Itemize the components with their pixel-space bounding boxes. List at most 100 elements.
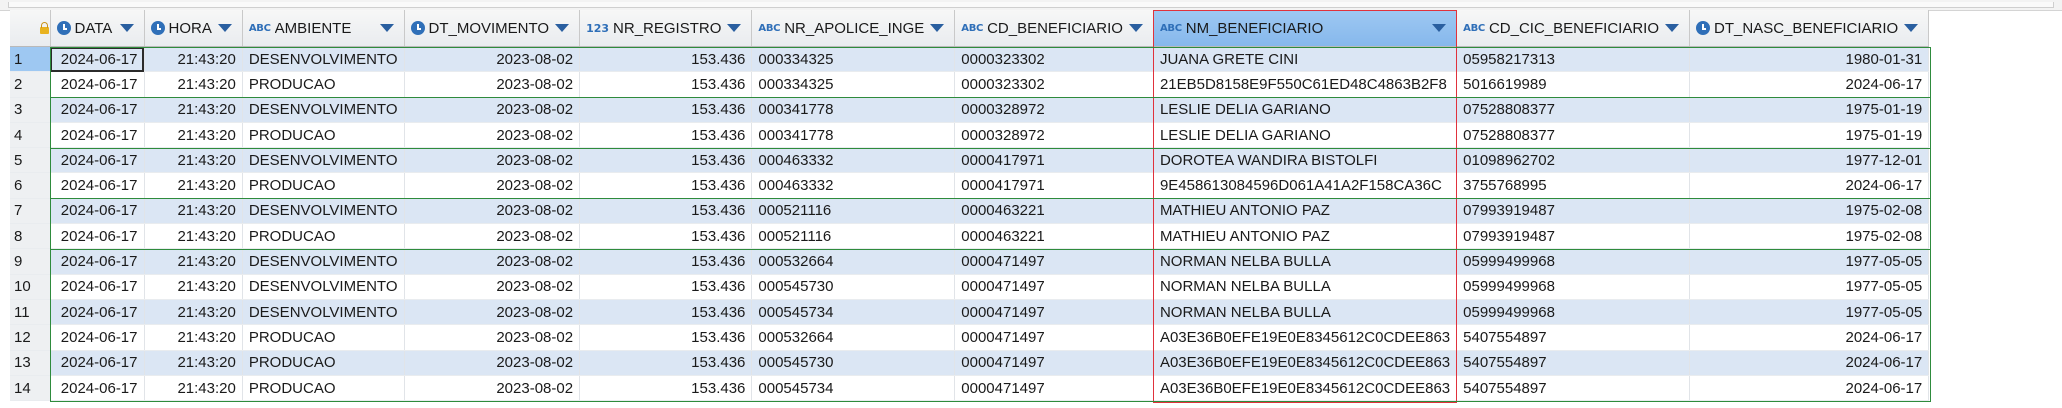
cell-dt-movimento[interactable]: 2023-08-02 [404, 172, 581, 199]
table-row[interactable]: 6 2024-06-17 21:43:20 PRODUCAO 2023-08-02 153… [10, 172, 1930, 199]
row-number[interactable]: 9 [10, 248, 51, 275]
cell-nm-beneficiario[interactable]: A03E36B0EFE19E0E8345612C0CDEE863 [1153, 375, 1458, 402]
table-row[interactable]: 14 2024-06-17 21:43:20 PRODUCAO 2023-08-02 15… [10, 375, 1930, 402]
row-number[interactable]: 11 [10, 299, 51, 326]
cell-dt-movimento[interactable]: 2023-08-02 [404, 147, 581, 174]
cell-ambiente[interactable]: DESENVOLVIMENTO [242, 274, 405, 300]
cell-cd-cic[interactable]: 5016619989 [1456, 71, 1691, 98]
cell-ambiente[interactable]: PRODUCAO [242, 324, 405, 351]
table-row[interactable]: 9 2024-06-17 21:43:20 DESENVOLVIMENTO 2023-0… [10, 248, 1930, 275]
cell-nr-apolice[interactable]: 000334325 [751, 46, 956, 73]
cell-nr-registro[interactable]: 153.436 [579, 97, 753, 123]
cell-nr-apolice[interactable]: 000545734 [751, 299, 956, 326]
chevron-down-icon[interactable] [119, 24, 134, 32]
cell-nr-apolice[interactable]: 000341778 [751, 97, 956, 123]
cell-cd-cic[interactable]: 07528808377 [1456, 97, 1691, 123]
row-number[interactable]: 5 [10, 147, 51, 174]
cell-hora[interactable]: 21:43:20 [144, 274, 243, 300]
cell-ambiente[interactable]: DESENVOLVIMENTO [242, 46, 405, 73]
cell-dt-movimento[interactable]: 2023-08-02 [404, 97, 581, 123]
cell-hora[interactable]: 21:43:20 [144, 122, 243, 149]
cell-cd-beneficiario[interactable]: 0000323302 [954, 71, 1154, 98]
cell-hora[interactable]: 21:43:20 [144, 147, 243, 174]
row-number[interactable]: 1 [10, 46, 51, 73]
column-header-dt-movimento[interactable]: DT_MOVIMENTO [404, 10, 581, 47]
cell-dt-movimento[interactable]: 2023-08-02 [404, 375, 581, 402]
column-header-dt-nasc[interactable]: DT_NASC_BENEFICIARIO [1689, 10, 1930, 47]
cell-dt-movimento[interactable]: 2023-08-02 [404, 71, 581, 98]
row-number[interactable]: 10 [10, 274, 51, 300]
cell-nr-registro[interactable]: 153.436 [579, 46, 753, 73]
cell-nm-beneficiario[interactable]: DOROTEA WANDIRA BISTOLFI [1153, 147, 1458, 174]
table-row[interactable]: 3 2024-06-17 21:43:20 DESENVOLVIMENTO 2023-0… [10, 97, 1930, 123]
table-row[interactable]: 13 2024-06-17 21:43:20 PRODUCAO 2023-08-02 15… [10, 350, 1930, 376]
cell-cd-beneficiario[interactable]: 0000323302 [954, 46, 1154, 73]
cell-dt-movimento[interactable]: 2023-08-02 [404, 122, 581, 149]
cell-dt-movimento[interactable]: 2023-08-02 [404, 223, 581, 250]
result-grid[interactable]: DATA HORA ABC AMBIENTE DT_MOVIMENTO 123 NR_REG… [10, 10, 2062, 408]
cell-nr-registro[interactable]: 153.436 [579, 274, 753, 300]
cell-nm-beneficiario[interactable]: LESLIE DELIA GARIANO [1153, 97, 1458, 123]
cell-nr-apolice[interactable]: 000341778 [751, 122, 956, 149]
cell-cd-beneficiario[interactable]: 0000471497 [954, 248, 1154, 275]
cell-nm-beneficiario[interactable]: 21EB5D8158E9F550C61ED48C4863B2F8 [1153, 71, 1458, 98]
cell-ambiente[interactable]: PRODUCAO [242, 122, 405, 149]
cell-dt-nasc[interactable]: 2024-06-17 [1689, 375, 1930, 402]
cell-hora[interactable]: 21:43:20 [144, 198, 243, 225]
cell-dt-nasc[interactable]: 2024-06-17 [1689, 71, 1930, 98]
cell-nr-registro[interactable]: 153.436 [579, 350, 753, 376]
cell-nr-apolice[interactable]: 000532664 [751, 324, 956, 351]
cell-nm-beneficiario[interactable]: A03E36B0EFE19E0E8345612C0CDEE863 [1153, 350, 1458, 376]
cell-dt-movimento[interactable]: 2023-08-02 [404, 324, 581, 351]
cell-ambiente[interactable]: DESENVOLVIMENTO [242, 299, 405, 326]
cell-ambiente[interactable]: DESENVOLVIMENTO [242, 198, 405, 225]
cell-cd-cic[interactable]: 5407554897 [1456, 350, 1691, 376]
cell-ambiente[interactable]: DESENVOLVIMENTO [242, 97, 405, 123]
cell-hora[interactable]: 21:43:20 [144, 71, 243, 98]
row-number[interactable]: 3 [10, 97, 51, 123]
cell-cd-cic[interactable]: 07993919487 [1456, 198, 1691, 225]
cell-dt-nasc[interactable]: 1977-05-05 [1689, 299, 1930, 326]
row-number[interactable]: 4 [10, 122, 51, 149]
cell-cd-cic[interactable]: 05958217313 [1456, 46, 1691, 73]
chevron-down-icon[interactable] [1904, 24, 1919, 32]
cell-dt-movimento[interactable]: 2023-08-02 [404, 248, 581, 275]
cell-dt-movimento[interactable]: 2023-08-02 [404, 299, 581, 326]
cell-nr-registro[interactable]: 153.436 [579, 122, 753, 149]
cell-hora[interactable]: 21:43:20 [144, 223, 243, 250]
cell-nm-beneficiario[interactable]: JUANA GRETE CINI [1153, 46, 1458, 73]
cell-dt-nasc[interactable]: 1977-05-05 [1689, 248, 1930, 275]
cell-hora[interactable]: 21:43:20 [144, 375, 243, 402]
cell-cd-beneficiario[interactable]: 0000471497 [954, 375, 1154, 402]
table-row[interactable]: 8 2024-06-17 21:43:20 PRODUCAO 2023-08-02 153… [10, 223, 1930, 250]
cell-dt-nasc[interactable]: 2024-06-17 [1689, 172, 1930, 199]
cell-hora[interactable]: 21:43:20 [144, 248, 243, 275]
column-header-ambiente[interactable]: ABC AMBIENTE [242, 10, 405, 47]
cell-ambiente[interactable]: PRODUCAO [242, 223, 405, 250]
cell-hora[interactable]: 21:43:20 [144, 46, 243, 73]
cell-dt-nasc[interactable]: 2024-06-17 [1689, 324, 1930, 351]
cell-ambiente[interactable]: PRODUCAO [242, 71, 405, 98]
cell-data[interactable]: 2024-06-17 [50, 299, 145, 326]
cell-nr-registro[interactable]: 153.436 [579, 324, 753, 351]
cell-cd-beneficiario[interactable]: 0000463221 [954, 223, 1154, 250]
cell-cd-cic[interactable]: 07528808377 [1456, 122, 1691, 149]
row-number[interactable]: 8 [10, 223, 51, 250]
cell-dt-movimento[interactable]: 2023-08-02 [404, 198, 581, 225]
cell-dt-movimento[interactable]: 2023-08-02 [404, 274, 581, 300]
table-row[interactable]: 12 2024-06-17 21:43:20 PRODUCAO 2023-08-02 15… [10, 324, 1930, 351]
cell-hora[interactable]: 21:43:20 [144, 350, 243, 376]
table-row[interactable]: 10 2024-06-17 21:43:20 DESENVOLVIMENTO 2023-… [10, 274, 1930, 300]
cell-cd-beneficiario[interactable]: 0000417971 [954, 147, 1154, 174]
cell-nr-registro[interactable]: 153.436 [579, 71, 753, 98]
chevron-down-icon[interactable] [930, 24, 945, 32]
cell-data[interactable]: 2024-06-17 [50, 274, 145, 300]
cell-data[interactable]: 2024-06-17 [50, 223, 145, 250]
row-number[interactable]: 12 [10, 324, 51, 351]
cell-cd-cic[interactable]: 07993919487 [1456, 223, 1691, 250]
cell-cd-beneficiario[interactable]: 0000328972 [954, 97, 1154, 123]
cell-data[interactable]: 2024-06-17 [50, 324, 145, 351]
cell-ambiente[interactable]: PRODUCAO [242, 375, 405, 402]
table-row[interactable]: 5 2024-06-17 21:43:20 DESENVOLVIMENTO 2023-0… [10, 147, 1930, 174]
chevron-down-icon[interactable] [1665, 24, 1680, 32]
